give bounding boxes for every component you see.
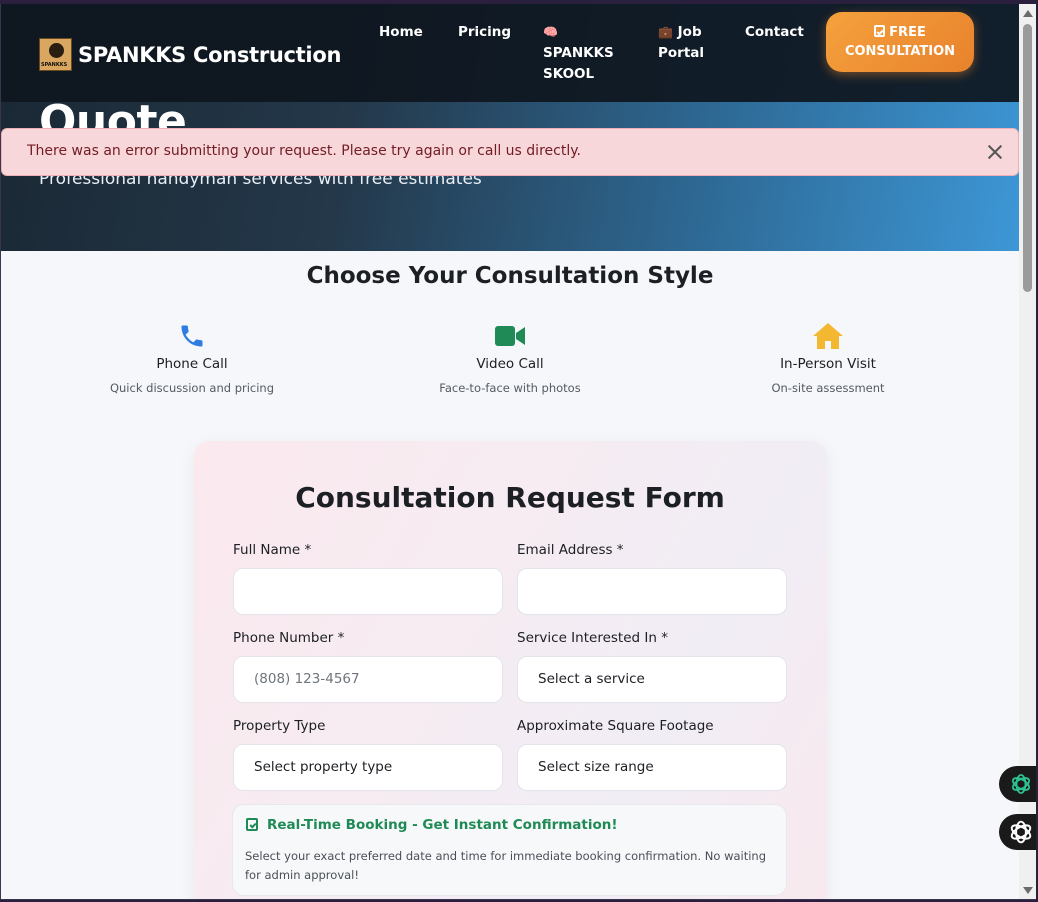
nav-job-line2: Portal <box>658 45 705 61</box>
email-input[interactable] <box>517 568 787 615</box>
option-label: In-Person Visit <box>780 356 876 372</box>
assistant-widget-button[interactable] <box>999 814 1036 850</box>
cta-line1: FREE <box>889 25 926 40</box>
nav-job-portal[interactable]: 💼 Job Portal <box>658 22 704 64</box>
property-type-label: Property Type <box>233 718 326 734</box>
option-phone-call[interactable]: Phone Call Quick discussion and pricing <box>72 322 312 395</box>
free-consultation-button[interactable]: FREE CONSULTATION <box>826 12 974 72</box>
nav-job-line1: Job <box>677 24 702 40</box>
nav-home[interactable]: Home <box>379 22 423 43</box>
browser-viewport: Quote Professional handyman services wit… <box>0 4 1036 900</box>
square-footage-select[interactable]: Select size range <box>517 744 787 791</box>
calendar-check-icon <box>246 818 258 831</box>
close-icon[interactable] <box>984 141 1006 163</box>
brand-name: SPANKKS Construction <box>78 42 342 67</box>
phone-label: Phone Number * <box>233 630 345 646</box>
calendar-check-icon <box>874 25 886 37</box>
nav-skool-line1: SPANKKS <box>543 45 614 61</box>
phone-input[interactable]: (808) 123-4567 <box>233 656 503 703</box>
service-select[interactable]: Select a service <box>517 656 787 703</box>
booking-text: Select your exact preferred date and tim… <box>245 849 767 882</box>
option-video-call[interactable]: Video Call Face-to-face with photos <box>390 322 630 395</box>
navbar: SPANKKS SPANKKS Construction Home Pricin… <box>1 4 1019 102</box>
booking-title: Real-Time Booking - Get Instant Confirma… <box>267 817 618 833</box>
option-desc: On-site assessment <box>771 381 885 395</box>
option-label: Phone Call <box>156 356 228 372</box>
brand-logo: SPANKKS <box>39 38 72 71</box>
hexagon-logo-icon <box>1010 820 1032 844</box>
scroll-down-arrow-icon[interactable] <box>1023 887 1033 894</box>
chatgpt-widget-button[interactable] <box>999 766 1036 802</box>
property-type-select[interactable]: Select property type <box>233 744 503 791</box>
full-name-input[interactable] <box>233 568 503 615</box>
email-label: Email Address * <box>517 542 624 558</box>
nav-skool-line2: SKOOL <box>543 66 595 82</box>
video-camera-icon <box>390 322 630 350</box>
error-alert: There was an error submitting your reque… <box>1 128 1019 176</box>
option-label: Video Call <box>476 356 544 372</box>
cta-line2: CONSULTATION <box>844 44 956 59</box>
option-in-person-visit[interactable]: In-Person Visit On-site assessment <box>708 322 948 395</box>
service-label: Service Interested In * <box>517 630 668 646</box>
full-name-label: Full Name * <box>233 542 312 558</box>
phone-icon <box>72 322 312 350</box>
nav-pricing[interactable]: Pricing <box>458 22 511 43</box>
scroll-up-arrow-icon[interactable] <box>1023 10 1033 17</box>
nav-spankks-skool[interactable]: 🧠 SPANKKS SKOOL <box>543 22 614 85</box>
square-footage-label: Approximate Square Footage <box>517 718 714 734</box>
option-desc: Face-to-face with photos <box>439 381 581 395</box>
brain-icon: 🧠 <box>543 25 558 39</box>
home-icon <box>708 322 948 350</box>
briefcase-icon: 💼 <box>658 25 673 39</box>
nav-contact[interactable]: Contact <box>745 22 804 43</box>
option-desc: Quick discussion and pricing <box>109 381 275 395</box>
brand-link[interactable]: SPANKKS SPANKKS Construction <box>39 38 341 71</box>
consultation-style-title: Choose Your Consultation Style <box>306 263 714 289</box>
brand-logo-text: SPANKKS <box>41 62 68 68</box>
scroll-thumb[interactable] <box>1023 24 1032 292</box>
openai-logo-icon <box>1011 774 1031 794</box>
form-title: Consultation Request Form <box>295 481 725 514</box>
alert-message: There was an error submitting your reque… <box>27 143 581 159</box>
